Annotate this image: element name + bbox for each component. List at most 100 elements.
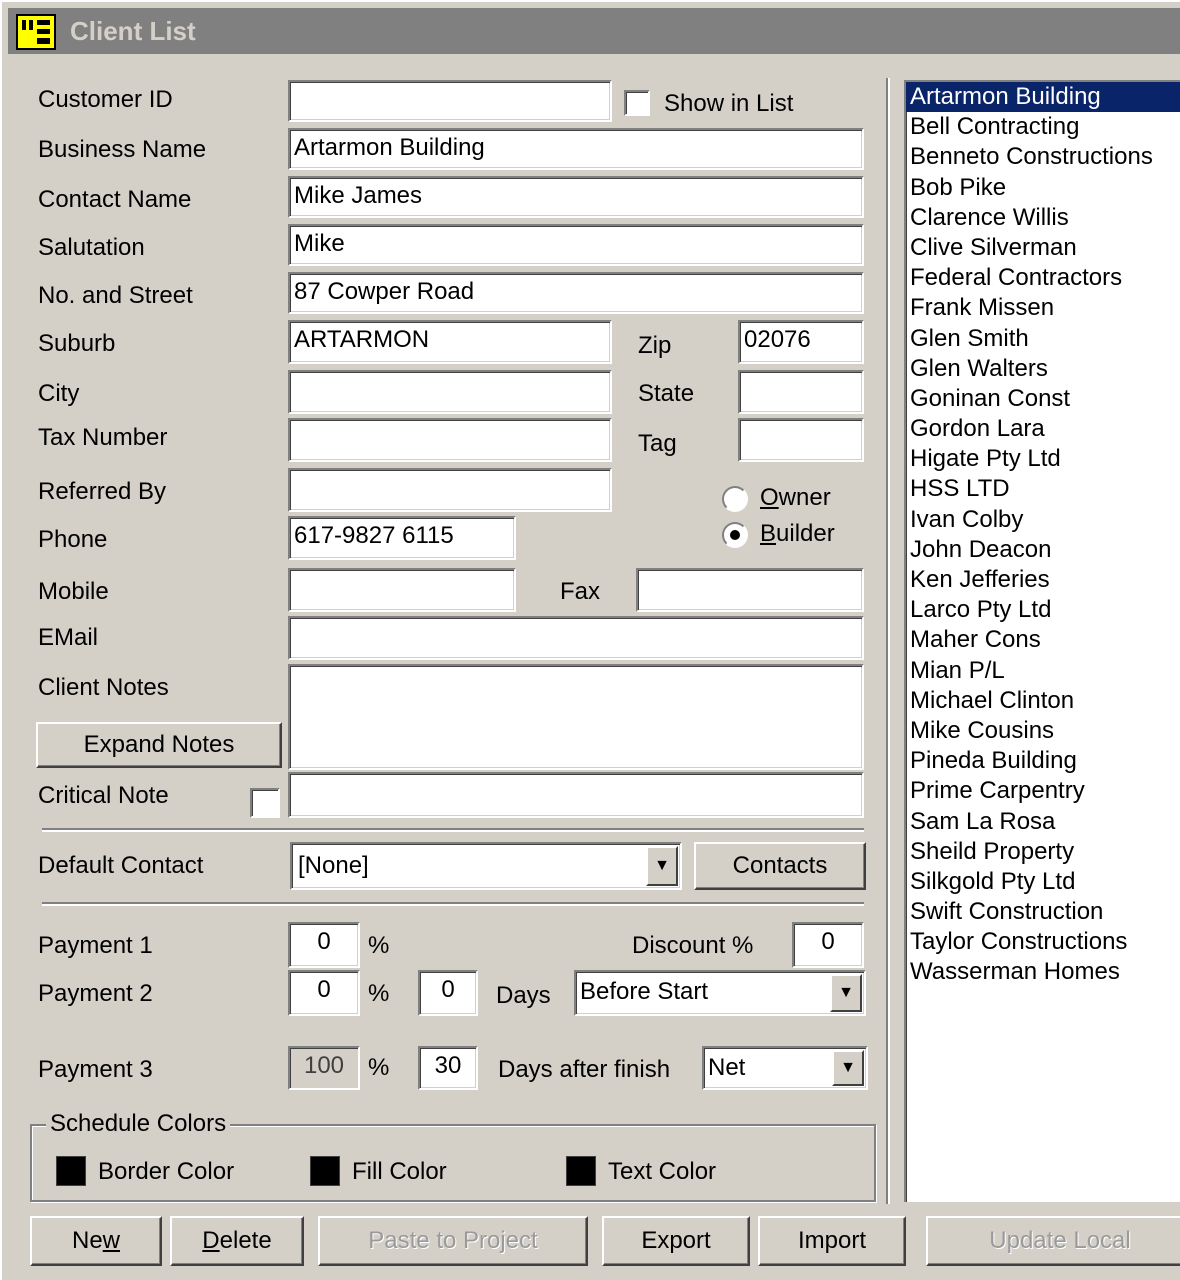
client-list-item[interactable]: Ivan Colby	[906, 505, 1180, 535]
payment3-days-input[interactable]: 30	[418, 1046, 478, 1090]
customer-id-label: Customer ID	[38, 86, 173, 113]
referred-by-label: Referred By	[38, 478, 167, 505]
mobile-label: Mobile	[38, 578, 109, 605]
paste-to-project-button[interactable]: Paste to Project	[318, 1216, 588, 1266]
phone-input[interactable]: 617-9827 6115	[288, 516, 516, 560]
builder-radio[interactable]	[722, 522, 748, 548]
client-notes-label: Client Notes	[38, 674, 169, 701]
referred-by-input[interactable]	[288, 468, 612, 512]
client-list-item[interactable]: Taylor Constructions	[906, 927, 1180, 957]
client-list-item[interactable]: Glen Walters	[906, 354, 1180, 384]
client-list-item[interactable]: Mike Cousins	[906, 716, 1180, 746]
owner-radio-label[interactable]: Owner	[760, 484, 831, 512]
client-list-window: Client List Customer ID Show in List Bus…	[0, 0, 1180, 1280]
border-color-swatch[interactable]	[56, 1156, 86, 1186]
tax-number-label: Tax Number	[38, 424, 168, 451]
client-list-item[interactable]: Goninan Const	[906, 384, 1180, 414]
mobile-input[interactable]	[288, 568, 516, 612]
client-list-item[interactable]: Pineda Building	[906, 746, 1180, 776]
expand-notes-button[interactable]: Expand Notes	[36, 722, 282, 768]
client-list-item[interactable]: Mian P/L	[906, 656, 1180, 686]
update-local-button[interactable]: Update Local	[926, 1216, 1180, 1266]
client-list-item[interactable]: Wasserman Homes	[906, 957, 1180, 987]
payment3-terms-dropdown[interactable]: Net ▼	[702, 1046, 868, 1090]
client-list-item[interactable]: Sheild Property	[906, 837, 1180, 867]
chevron-down-icon[interactable]: ▼	[830, 974, 862, 1012]
client-list-item[interactable]: HSS LTD	[906, 474, 1180, 504]
show-in-list-checkbox[interactable]	[624, 90, 650, 116]
client-list-item[interactable]: Federal Contractors	[906, 263, 1180, 293]
critical-note-input[interactable]	[288, 772, 864, 818]
text-color-label[interactable]: Text Color	[608, 1158, 716, 1186]
separator	[42, 828, 864, 832]
client-list-item[interactable]: Silkgold Pty Ltd	[906, 867, 1180, 897]
text-color-swatch[interactable]	[566, 1156, 596, 1186]
client-list-item[interactable]: Gordon Lara	[906, 414, 1180, 444]
fill-color-swatch[interactable]	[310, 1156, 340, 1186]
client-list-item[interactable]: Ken Jefferies	[906, 565, 1180, 595]
fax-label: Fax	[560, 578, 601, 605]
client-list-item[interactable]: Benneto Constructions	[906, 142, 1180, 172]
contact-name-label: Contact Name	[38, 186, 192, 213]
fill-color-label[interactable]: Fill Color	[352, 1158, 447, 1186]
fax-input[interactable]	[636, 568, 864, 612]
title-bar[interactable]: Client List	[8, 8, 1180, 54]
client-list-item[interactable]: Frank Missen	[906, 293, 1180, 323]
default-contact-label: Default Contact	[38, 852, 204, 879]
client-list-item[interactable]: Sam La Rosa	[906, 807, 1180, 837]
contacts-button[interactable]: Contacts	[694, 842, 866, 890]
client-list-item[interactable]: Swift Construction	[906, 897, 1180, 927]
payment2-timing-value: Before Start	[580, 978, 709, 1005]
export-button[interactable]: Export	[602, 1216, 750, 1266]
tag-input[interactable]	[738, 418, 864, 462]
salutation-input[interactable]: Mike	[288, 224, 864, 266]
client-list-item[interactable]: Clive Silverman	[906, 233, 1180, 263]
client-list-item[interactable]: Bob Pike	[906, 173, 1180, 203]
client-list-item[interactable]: Bell Contracting	[906, 112, 1180, 142]
discount-input[interactable]: 0	[792, 922, 864, 968]
payment3-label: Payment 3	[38, 1056, 153, 1083]
city-input[interactable]	[288, 370, 612, 414]
new-button[interactable]: Ne w	[30, 1216, 162, 1266]
import-button[interactable]: Import	[758, 1216, 906, 1266]
suburb-input[interactable]: ARTARMON	[288, 320, 612, 364]
client-listbox[interactable]: Artarmon Building Bell Contracting Benneto…	[904, 80, 1180, 1202]
client-list-item[interactable]: Larco Pty Ltd	[906, 595, 1180, 625]
chevron-down-icon[interactable]: ▼	[646, 846, 678, 886]
client-list-item[interactable]: Clarence Willis	[906, 203, 1180, 233]
client-list-item[interactable]: Glen Smith	[906, 324, 1180, 354]
client-list-item[interactable]: Michael Clinton	[906, 686, 1180, 716]
client-list-item[interactable]: Prime Carpentry	[906, 776, 1180, 806]
street-label: No. and Street	[38, 282, 193, 309]
panel-divider	[886, 78, 890, 1204]
payment2-percent-input[interactable]: 0	[288, 970, 360, 1016]
critical-note-checkbox[interactable]	[250, 788, 280, 818]
customer-id-input[interactable]	[288, 80, 612, 122]
state-label: State	[638, 380, 695, 407]
client-notes-textarea[interactable]	[288, 664, 864, 770]
builder-radio-label[interactable]: Builder	[760, 520, 835, 548]
chevron-down-icon[interactable]: ▼	[832, 1050, 864, 1086]
payment2-label: Payment 2	[38, 980, 153, 1007]
zip-input[interactable]: 02076	[738, 320, 864, 364]
business-name-input[interactable]: Artarmon Building	[288, 128, 864, 170]
payment2-timing-dropdown[interactable]: Before Start ▼	[574, 970, 866, 1016]
client-list-item[interactable]: Artarmon Building	[906, 82, 1180, 113]
delete-button[interactable]: Delete	[170, 1216, 304, 1266]
tax-number-input[interactable]	[288, 418, 612, 462]
payment1-label: Payment 1	[38, 932, 153, 959]
client-list-item[interactable]: Maher Cons	[906, 625, 1180, 655]
email-input[interactable]	[288, 616, 864, 660]
owner-radio[interactable]	[722, 486, 748, 512]
client-list-item[interactable]: John Deacon	[906, 535, 1180, 565]
client-list-item[interactable]: Higate Pty Ltd	[906, 444, 1180, 474]
zip-label: Zip	[638, 332, 672, 359]
payment2-days-input[interactable]: 0	[418, 970, 478, 1016]
payment1-percent-input[interactable]: 0	[288, 922, 360, 968]
street-input[interactable]: 87 Cowper Road	[288, 272, 864, 314]
default-contact-dropdown[interactable]: [None] ▼	[290, 842, 682, 890]
state-input[interactable]	[738, 370, 864, 414]
border-color-label[interactable]: Border Color	[98, 1158, 234, 1186]
contact-name-input[interactable]: Mike James	[288, 176, 864, 218]
app-logo-icon	[16, 14, 56, 50]
